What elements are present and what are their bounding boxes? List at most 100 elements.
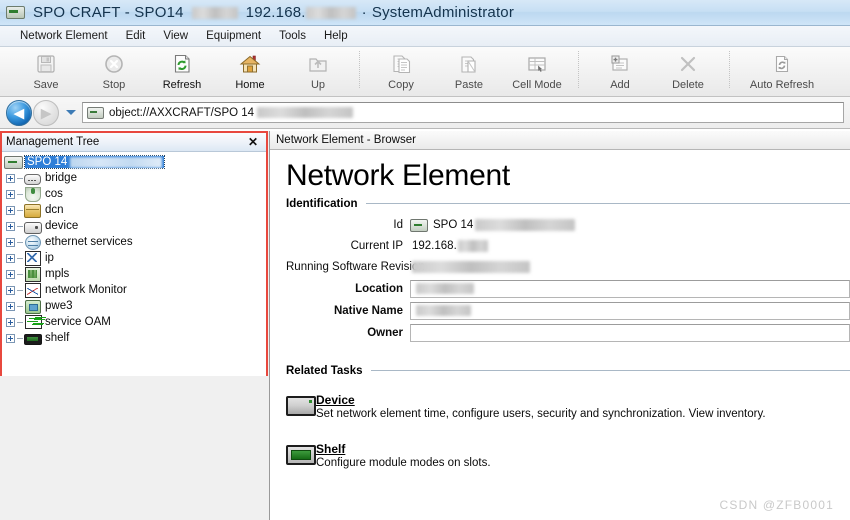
expand-icon[interactable] <box>6 317 15 327</box>
close-icon[interactable]: ✕ <box>246 136 260 148</box>
device-task-link[interactable]: Device <box>316 393 355 407</box>
mpls-icon <box>24 267 41 282</box>
expand-icon[interactable] <box>6 333 15 343</box>
expand-icon[interactable] <box>6 173 15 183</box>
tree-item-ethernet-services[interactable]: ethernet services <box>2 234 266 250</box>
field-value-id-text: SPO 14 <box>433 219 474 231</box>
menu-item-tools[interactable]: Tools <box>271 28 314 44</box>
menu-item-network-element[interactable]: Network Element <box>12 28 116 44</box>
field-value-current-ip-text: 192.168. <box>412 240 457 252</box>
native-name-input[interactable] <box>410 301 850 320</box>
redacted-tree-node-id <box>70 156 163 168</box>
expand-icon[interactable] <box>6 253 15 263</box>
copy-button[interactable]: Copy <box>367 47 435 99</box>
menu-item-help[interactable]: Help <box>316 28 356 44</box>
watermark: CSDN @ZFB0001 <box>719 498 834 512</box>
tree-item-network-monitor[interactable]: network Monitor <box>2 282 266 298</box>
address-input[interactable]: object://AXXCRAFT/SPO 14 <box>82 102 844 123</box>
expand-icon[interactable] <box>6 237 15 247</box>
field-label-native-name: Native Name <box>333 304 403 317</box>
home-icon <box>239 51 261 77</box>
menu-item-view[interactable]: View <box>155 28 196 44</box>
tree-item-service-oam[interactable]: service OAM <box>2 314 266 330</box>
address-bar: ◀ ▶ object://AXXCRAFT/SPO 14 <box>0 97 850 129</box>
expand-icon[interactable] <box>6 285 15 295</box>
field-value-current-ip: 192.168. <box>410 240 488 252</box>
application-window: SPO CRAFT - SPO14 192.168. · SystemAdmin… <box>0 0 850 520</box>
toolbar-separator <box>359 51 360 89</box>
owner-input[interactable] <box>410 323 850 342</box>
address-value: object://AXXCRAFT/SPO 14 <box>109 106 354 119</box>
stop-button-label: Stop <box>102 79 126 91</box>
management-tree-title: Management Tree <box>6 136 100 148</box>
tree-item-dcn[interactable]: dcn <box>2 202 266 218</box>
field-label-location: Location <box>355 282 403 295</box>
menu-item-edit[interactable]: Edit <box>118 28 154 44</box>
field-label-software-revision: Running Software Revision <box>286 261 425 273</box>
expand-icon[interactable] <box>6 205 15 215</box>
tree-item-mpls[interactable]: mpls <box>2 266 266 282</box>
window-title-user: SystemAdministrator <box>371 4 515 21</box>
page-title: Network Element <box>286 159 510 192</box>
forward-arrow-icon: ▶ <box>41 105 51 120</box>
ethernet-services-icon <box>24 235 41 250</box>
expand-icon[interactable] <box>6 189 15 199</box>
stop-button[interactable]: Stop <box>80 47 148 99</box>
related-tasks-group: Related Tasks Device Set network element… <box>286 365 850 469</box>
tree-connector <box>17 241 23 243</box>
forward-button[interactable]: ▶ <box>33 99 59 126</box>
window-title: SPO CRAFT - SPO14 192.168. · SystemAdmin… <box>33 4 514 21</box>
cell-mode-button[interactable]: Cell Mode <box>503 47 571 99</box>
back-button[interactable]: ◀ <box>6 99 32 126</box>
tree-item-device[interactable]: device <box>2 218 266 234</box>
tree-item-spo14[interactable]: SPO 14 <box>2 154 266 170</box>
field-row-software-revision: Running Software Revision <box>286 258 850 277</box>
tree-connector <box>17 177 23 179</box>
shelf-task-link[interactable]: Shelf <box>316 442 345 456</box>
location-input[interactable] <box>410 279 850 298</box>
address-value-text: object://AXXCRAFT/SPO 14 <box>109 106 255 119</box>
up-button[interactable]: Up <box>284 47 352 99</box>
paste-icon <box>458 51 480 77</box>
expand-icon[interactable] <box>6 301 15 311</box>
identification-legend-label: Identification <box>286 197 358 210</box>
auto-refresh-button[interactable]: Auto Refresh <box>737 47 827 99</box>
redacted-title-id <box>191 6 238 19</box>
save-button[interactable]: Save <box>12 47 80 99</box>
tree-item-label: device <box>45 220 79 232</box>
tree-item-label: bridge <box>45 172 77 184</box>
tree-item-bridge[interactable]: bridge <box>2 170 266 186</box>
redacted-software-revision <box>412 261 530 273</box>
refresh-button[interactable]: Refresh <box>148 47 216 99</box>
related-task-shelf[interactable]: Shelf Configure module modes on slots. <box>286 442 850 469</box>
tree-item-label: pwe3 <box>45 300 73 312</box>
expand-icon[interactable] <box>6 269 15 279</box>
toolbar: Save Stop Refresh Home Up Copy Paste Cel… <box>0 47 850 97</box>
tree-item-pwe3[interactable]: pwe3 <box>2 298 266 314</box>
add-button[interactable]: Add <box>586 47 654 99</box>
table-cell-icon <box>526 51 548 77</box>
browser-pane-body: Network Element Identification Id SPO 14 <box>270 160 850 520</box>
home-button[interactable]: Home <box>216 47 284 99</box>
tree-connector <box>17 273 23 275</box>
menu-item-equipment[interactable]: Equipment <box>198 28 269 44</box>
tree-item-shelf[interactable]: shelf <box>2 330 266 346</box>
pwe3-icon <box>24 299 41 314</box>
shelf-task-description: Configure module modes on slots. <box>316 456 491 469</box>
tree-item-cos[interactable]: cos <box>2 186 266 202</box>
field-row-id: Id SPO 14 <box>286 216 850 235</box>
expand-icon[interactable] <box>6 221 15 231</box>
cos-icon <box>24 187 41 202</box>
window-title-separator: · <box>361 4 367 21</box>
paste-button[interactable]: Paste <box>435 47 503 99</box>
device-task-description: Set network element time, configure user… <box>316 407 766 420</box>
tree-item-label: service OAM <box>45 316 111 328</box>
device-icon <box>24 219 42 234</box>
chevron-down-icon[interactable] <box>66 110 76 115</box>
tree-item-label: network Monitor <box>45 284 127 296</box>
dcn-icon <box>24 203 41 218</box>
delete-button[interactable]: Delete <box>654 47 722 99</box>
tree-item-ip[interactable]: ip <box>2 250 266 266</box>
management-tree[interactable]: SPO 14 bridge cos dcn device ethernet se… <box>2 152 266 376</box>
related-task-device[interactable]: Device Set network element time, configu… <box>286 393 850 420</box>
